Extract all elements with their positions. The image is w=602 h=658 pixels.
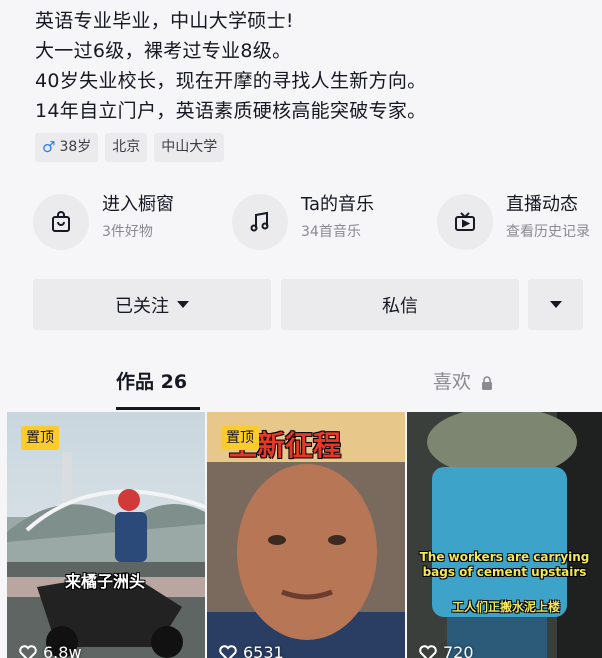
video-thumbnail[interactable]: The workers are carrying bags of cement … [407,412,602,658]
video-caption-chinese: 工人们正搬水泥上楼 [452,600,561,614]
male-icon: ♂ [42,138,56,156]
pinned-badge: 置顶 [21,426,59,450]
video-caption-english: The workers are carrying bags of cement … [419,550,590,579]
live-history-link[interactable]: 直播动态 查看历史记录 [437,186,590,250]
tab-works-label: 作品 26 [116,371,188,393]
more-dropdown-button[interactable] [528,279,583,330]
message-button[interactable]: 私信 [281,279,519,330]
location-tag: 北京 [105,133,148,162]
heart-icon [19,644,37,658]
quick-link-subtitle: 查看历史记录 [506,224,590,240]
video-scene-stairs [407,412,602,658]
video-thumbnail[interactable]: 上新征程 置顶 6531 [207,412,405,658]
quick-link-subtitle: 34首音乐 [301,224,361,240]
quick-links: 进入橱窗 3件好物 Ta的音乐 34首音乐 直播动态 查看历史记录 [0,186,602,256]
quick-link-subtitle: 3件好物 [102,224,153,240]
caret-down-icon [549,301,562,308]
age-label: 38岁 [59,139,92,155]
shop-window-link[interactable]: 进入橱窗 3件好物 [33,186,174,250]
profile-tabs: 作品 26 喜欢 [0,362,602,410]
lock-icon [482,375,493,390]
shopping-bag-icon [33,194,89,250]
profile-bio: 英语专业毕业，中山大学硕士! 大一过6级，裸考过专业8级。 40岁失业校长，现在… [35,6,595,126]
quick-link-title: 进入橱窗 [102,194,174,215]
bio-line: 英语专业毕业，中山大学硕士! [35,10,294,32]
heart-icon [419,644,437,658]
message-label: 私信 [382,295,418,317]
like-count-value: 6.8w [43,643,82,658]
like-count: 720 [419,643,474,658]
bio-line: 14年自立门户，英语素质硬核高能突破专家。 [35,100,427,122]
profile-tags: ♂ 38岁 北京 中山大学 [35,133,225,162]
like-count: 6.8w [19,643,82,658]
tab-likes[interactable]: 喜欢 [433,362,493,402]
heart-icon [219,644,237,658]
caret-down-icon [177,301,189,308]
gender-age-tag: ♂ 38岁 [35,133,99,162]
bio-line: 40岁失业校长，现在开摩的寻找人生新方向。 [35,70,427,92]
quick-link-title: 直播动态 [506,194,578,215]
video-grid: 置顶 来橘子洲头 6.8w 上新征程 置顶 6531 The workers a… [0,412,602,658]
music-note-icon [232,194,288,250]
followed-button[interactable]: 已关注 [33,279,271,330]
quick-link-title: Ta的音乐 [301,194,375,215]
pinned-badge: 置顶 [221,426,259,450]
tab-likes-label: 喜欢 [433,371,472,393]
video-thumbnail[interactable]: 置顶 来橘子洲头 6.8w [7,412,205,658]
video-caption: 来橘子洲头 [65,572,146,591]
like-count: 6531 [219,643,284,658]
music-link[interactable]: Ta的音乐 34首音乐 [232,186,374,250]
like-count-value: 720 [443,643,474,658]
school-tag: 中山大学 [154,133,225,162]
like-count-value: 6531 [243,643,284,658]
active-tab-indicator [116,407,200,410]
followed-label: 已关注 [115,295,169,317]
tab-works[interactable]: 作品 26 [116,362,187,402]
live-tv-icon [437,194,493,250]
bio-line: 大一过6级，裸考过专业8级。 [35,40,292,62]
